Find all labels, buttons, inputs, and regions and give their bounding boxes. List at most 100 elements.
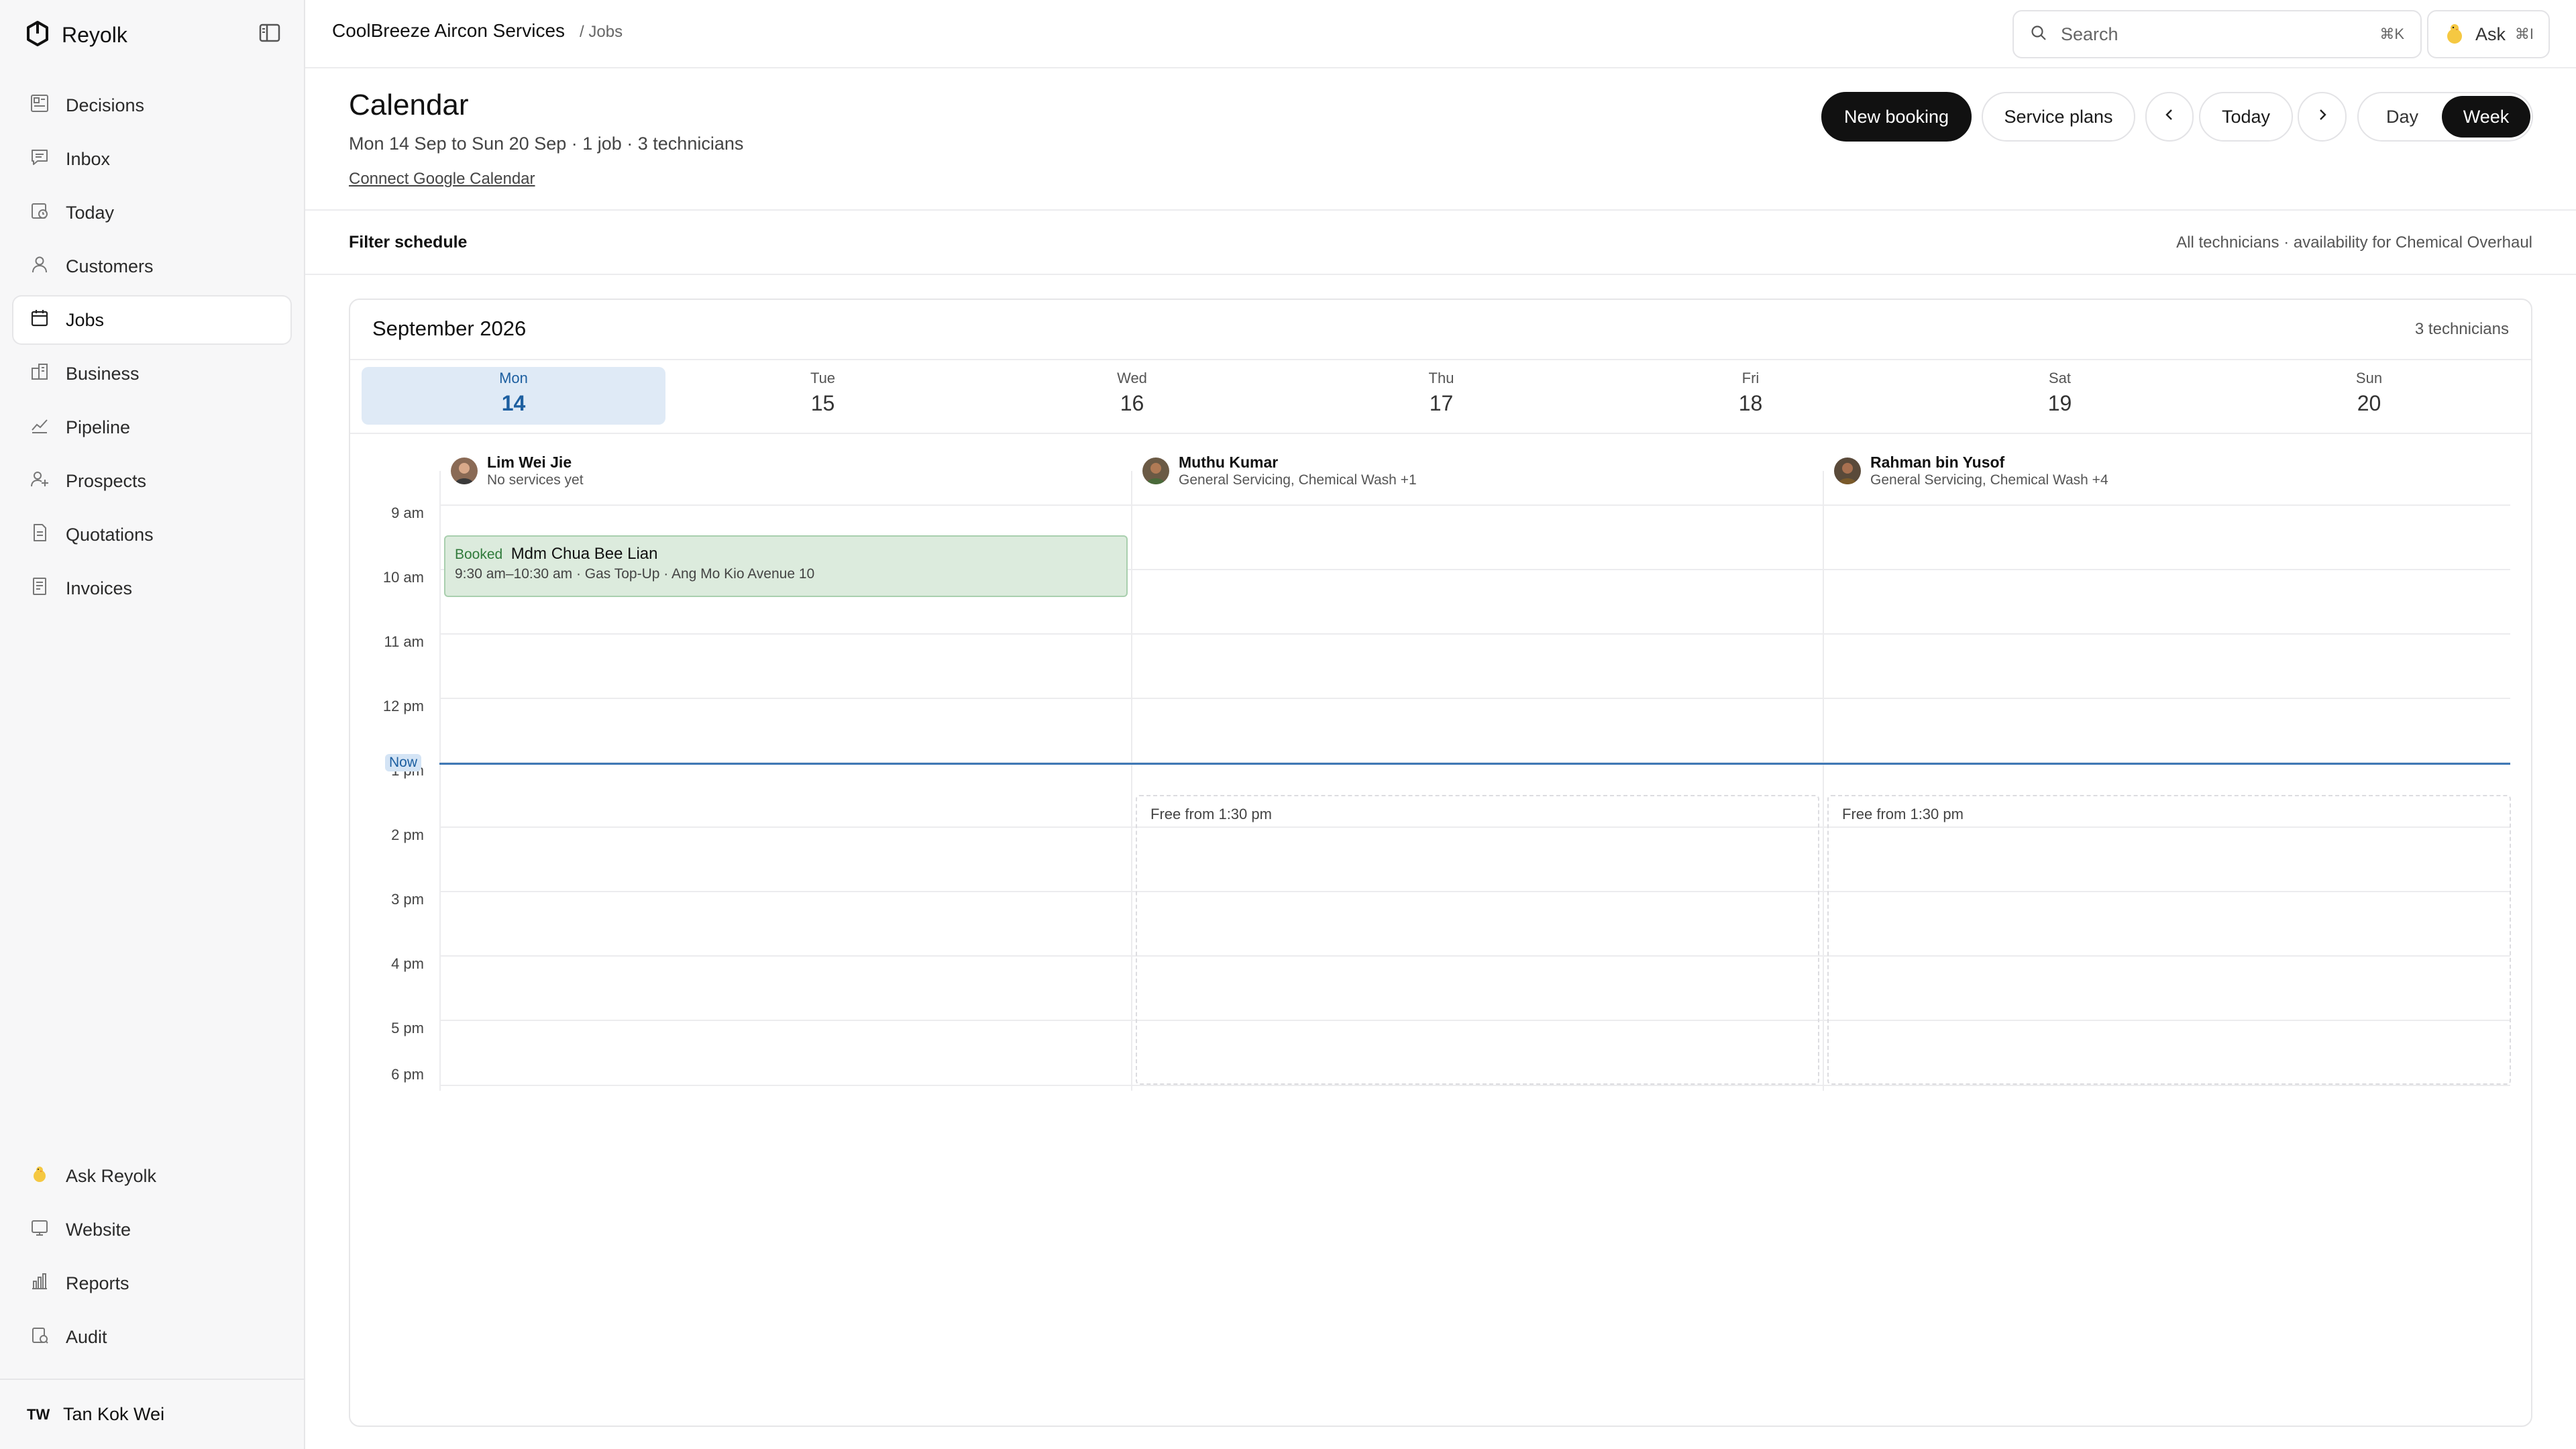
next-week-button[interactable] [2298,92,2347,142]
day-thu[interactable]: Thu 17 [1289,367,1593,425]
free-slot-block[interactable]: Free from 1:30 pm [1136,795,1819,1085]
search-input[interactable] [2061,23,2380,45]
invoice-icon [30,576,66,601]
calendar-card: September 2026 3 technicians Mon 14 Tue … [349,299,2532,1427]
day-view-button[interactable]: Day [2365,97,2439,136]
day-name: Sat [2048,370,2072,386]
sidebar-item-inbox[interactable]: Inbox [13,136,290,182]
sidebar: Reyolk Decisions Inbox Today Customers J… [0,0,305,1449]
day-name: Mon [499,370,528,386]
quotation-icon [30,523,66,547]
sidebar-bottom-nav: Ask Reyolk Website Reports Audit [13,1152,290,1367]
sidebar-item-pipeline[interactable]: Pipeline [13,404,290,451]
hour-label: 3 pm [391,891,424,908]
day-tue[interactable]: Tue 15 [671,367,975,425]
current-time-line [439,763,2510,765]
sidebar-item-invoices[interactable]: Invoices [13,565,290,612]
free-slot-block[interactable]: Free from 1:30 pm [1827,795,2511,1085]
business-icon [30,362,66,386]
sidebar-item-website[interactable]: Website [13,1206,290,1253]
day-sat[interactable]: Sat 19 [1908,367,2212,425]
technician-name: Muthu Kumar [1179,453,1279,471]
new-booking-button[interactable]: New booking [1821,92,1972,142]
sidebar-toggle-button[interactable] [258,23,282,46]
hour-line [439,698,2510,699]
day-name: Sun [2355,370,2383,386]
hour-label: 6 pm [391,1066,424,1083]
sidebar-item-prospects[interactable]: Prospects [13,458,290,504]
filter-summary: All technicians · availability for Chemi… [2176,233,2532,252]
day-fri[interactable]: Fri 18 [1599,367,1902,425]
sidebar-item-decisions[interactable]: Decisions [13,82,290,129]
page-title: Calendar [349,89,469,121]
hour-label: 2 pm [391,826,424,843]
technician-header[interactable]: Rahman bin Yusof General Servicing, Chem… [1834,453,2108,488]
sidebar-item-label: Prospects [66,470,147,491]
sidebar-item-label: Today [66,202,115,223]
customers-icon [30,254,66,279]
week-days-row: Mon 14 Tue 15 Wed 16 Thu 17 Fri 18 Sat 1… [350,359,2531,434]
week-view-button[interactable]: Week [2442,96,2530,138]
day-number: 18 [1738,391,1763,415]
prospects-icon [30,469,66,494]
sidebar-item-label: Inbox [66,148,111,169]
day-number: 15 [810,391,835,415]
user-profile[interactable]: TW Tan Kok Wei [0,1379,305,1449]
sidebar-item-jobs[interactable]: Jobs [13,297,290,343]
page-subtitle: Mon 14 Sep to Sun 20 Sep · 1 job · 3 tec… [349,133,744,154]
reports-icon [30,1271,66,1296]
day-mon[interactable]: Mon 14 [362,367,665,425]
sidebar-item-reports[interactable]: Reports [13,1260,290,1307]
sidebar-item-label: Reports [66,1273,129,1293]
ask-shortcut: ⌘I [2514,25,2534,42]
previous-week-button[interactable] [2145,92,2194,142]
technician-header[interactable]: Muthu Kumar General Servicing, Chemical … [1142,453,1417,488]
technician-name: Lim Wei Jie [487,453,572,471]
today-button[interactable]: Today [2199,92,2293,142]
booking-customer: Mdm Chua Bee Lian [511,545,658,563]
sidebar-item-label: Website [66,1219,131,1240]
technician-count: 3 technicians [2414,320,2509,338]
sidebar-item-quotations[interactable]: Quotations [13,511,290,558]
chick-icon [30,1164,66,1189]
sidebar-item-label: Quotations [66,524,154,545]
hour-label: 5 pm [391,1020,424,1036]
sidebar-item-audit[interactable]: Audit [13,1313,290,1360]
day-wed[interactable]: Wed 16 [980,367,1284,425]
sidebar-item-label: Invoices [66,578,133,598]
day-number: 20 [2357,391,2381,415]
free-slot-label: Free from 1:30 pm [1150,806,1272,822]
sidebar-item-customers[interactable]: Customers [13,243,290,290]
inbox-icon [30,147,66,172]
sidebar-item-today[interactable]: Today [13,189,290,236]
connect-google-calendar-link[interactable]: Connect Google Calendar [349,170,535,189]
sidebar-item-label: Business [66,363,140,384]
sidebar-nav: Decisions Inbox Today Customers Jobs Bus… [13,82,290,619]
technician-name: Rahman bin Yusof [1870,453,2005,471]
sidebar-panel-icon [259,23,280,46]
sidebar-item-business[interactable]: Business [13,350,290,397]
service-plans-button[interactable]: Service plans [1982,92,2135,142]
pipeline-icon [30,415,66,440]
technician-header[interactable]: Lim Wei Jie No services yet [451,453,584,488]
day-name: Fri [1741,370,1760,386]
reyolk-logo-icon [25,20,50,50]
day-sun[interactable]: Sun 20 [2217,367,2521,425]
technician-avatar [451,458,478,484]
hour-label: 10 am [382,569,424,586]
booking-detail: 9:30 am–10:30 am · Gas Top-Up · Ang Mo K… [455,566,815,582]
ask-button[interactable]: Ask ⌘I [2427,10,2550,58]
filter-schedule-toggle[interactable]: Filter schedule [349,233,467,252]
now-label: Now [385,754,422,771]
brand[interactable]: Reyolk [25,20,127,50]
search-box[interactable]: ⌘K [2012,10,2422,58]
breadcrumb-company[interactable]: CoolBreeze Aircon Services [332,20,565,42]
sidebar-item-ask-reyolk[interactable]: Ask Reyolk [13,1152,290,1199]
hour-label: 9 am [391,504,424,521]
sidebar-item-label: Ask Reyolk [66,1165,157,1186]
day-name: Tue [810,370,836,386]
booking-event[interactable]: Booked Mdm Chua Bee Lian 9:30 am–10:30 a… [444,535,1128,597]
view-toggle: Day Week [2357,92,2533,142]
sidebar-item-label: Customers [66,256,154,276]
breadcrumb-section[interactable]: / Jobs [580,23,623,42]
